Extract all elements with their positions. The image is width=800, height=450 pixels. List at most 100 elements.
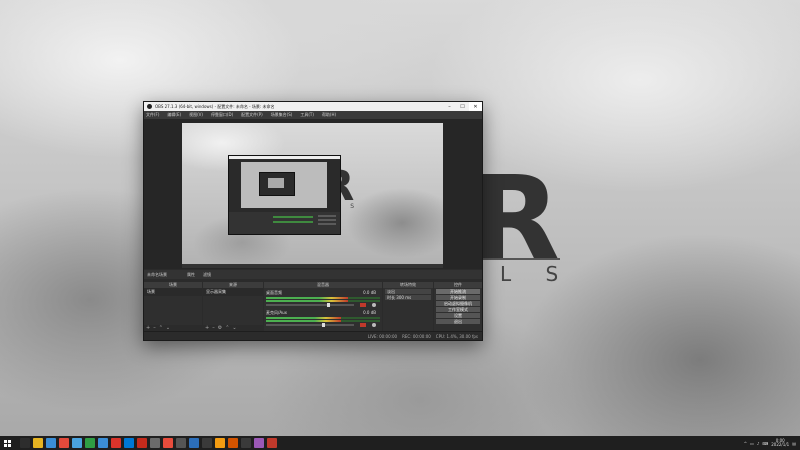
taskbar-app-icon[interactable] xyxy=(45,438,56,448)
taskbar-app-icon[interactable] xyxy=(240,438,251,448)
live-status: LIVE: 00:00:00 xyxy=(367,333,398,339)
controls-panel: 开始推流 开始录制 启动虚拟摄像机 工作室模式 设置 退出 xyxy=(434,288,482,331)
start-recording-button[interactable]: 开始录制 xyxy=(436,295,480,300)
preview-canvas[interactable]: R L S xyxy=(182,123,443,264)
obs-window: OBS 27.1.3 (64-bit, windows) - 配置文件: 未命名… xyxy=(143,101,483,341)
taskbar-app-icon[interactable] xyxy=(266,438,277,448)
volume-slider[interactable] xyxy=(266,323,354,327)
notifications-icon[interactable]: ▤ xyxy=(792,441,796,446)
keyboard-icon[interactable]: ⌨ xyxy=(762,441,768,446)
volume-meter xyxy=(266,317,380,319)
properties-button[interactable]: 属性 xyxy=(187,272,195,278)
taskbar-app-icon[interactable] xyxy=(149,438,160,448)
nested-inner-preview xyxy=(268,178,284,188)
taskbar-app-icon[interactable] xyxy=(97,438,108,448)
transition-duration[interactable]: 时长 300 ms xyxy=(385,295,431,300)
taskbar-app-icon[interactable] xyxy=(58,438,69,448)
nested-inner-window xyxy=(259,172,295,196)
wallpaper-logo-subtitle: L S xyxy=(500,262,573,286)
start-button[interactable] xyxy=(0,436,14,450)
studio-mode-button[interactable]: 工作室模式 xyxy=(436,307,480,312)
clock[interactable]: 0:00 2022/1/1 xyxy=(771,438,790,448)
taskbar-app-icon[interactable] xyxy=(175,438,186,448)
gear-icon[interactable] xyxy=(372,303,376,307)
taskbar-app-icon[interactable] xyxy=(19,438,30,448)
menu-profile[interactable]: 配置文件(P) xyxy=(241,112,263,118)
minimize-button[interactable]: – xyxy=(443,102,456,111)
network-icon[interactable]: ▭ xyxy=(750,441,754,446)
track-db: 0.0 dB xyxy=(363,310,376,315)
rec-status: REC: 00:00:00 xyxy=(402,333,431,339)
exit-button[interactable]: 退出 xyxy=(436,319,480,324)
taskbar-app-icon[interactable] xyxy=(227,438,238,448)
menu-view[interactable]: 视图(V) xyxy=(189,112,203,118)
menu-docks[interactable]: 停靠窗口(D) xyxy=(211,112,233,118)
volume-meter xyxy=(266,320,380,322)
taskbar-app-icon[interactable] xyxy=(84,438,95,448)
taskbar-app-icons xyxy=(18,438,278,448)
nested-obs-capture xyxy=(228,155,341,235)
mute-icon[interactable] xyxy=(360,303,366,307)
maximize-button[interactable]: ☐ xyxy=(456,102,469,111)
mixer-track: 麦克风/Aux 0.0 dB xyxy=(266,310,380,327)
menu-file[interactable]: 文件(F) xyxy=(146,112,159,118)
windows-logo-icon xyxy=(3,439,11,447)
close-button[interactable]: ✕ xyxy=(469,102,482,111)
virtual-camera-button[interactable]: 启动虚拟摄像机 xyxy=(436,301,480,306)
mixer-track: 桌面音频 0.0 dB xyxy=(266,290,380,307)
taskbar-app-icon[interactable] xyxy=(110,438,121,448)
nested-titlebar xyxy=(229,156,340,159)
volume-meter xyxy=(266,297,380,299)
scenes-list: 场景 xyxy=(144,288,202,325)
nested-control-3 xyxy=(318,223,336,225)
menu-bar: 文件(F) 编辑(E) 视图(V) 停靠窗口(D) 配置文件(P) 场景集合(S… xyxy=(144,111,482,119)
source-toolbar: 未命名场景 属性 滤镜 xyxy=(144,270,482,279)
menu-edit[interactable]: 编辑(E) xyxy=(167,112,181,118)
current-scene-label: 未命名场景 xyxy=(147,271,167,277)
system-tray: ^ ▭ ♪ ⌨ 0:00 2022/1/1 ▤ xyxy=(744,436,796,450)
taskbar-app-icon[interactable] xyxy=(201,438,212,448)
taskbar-app-icon[interactable] xyxy=(162,438,173,448)
source-item[interactable]: 显示器采集 xyxy=(203,288,263,296)
tray-chevron-icon[interactable]: ^ xyxy=(744,441,747,446)
nested-control-2 xyxy=(318,219,336,221)
scene-item[interactable]: 场景 xyxy=(144,288,202,296)
taskbar-app-icon[interactable] xyxy=(214,438,225,448)
nested-meter-2 xyxy=(273,221,313,223)
start-streaming-button[interactable]: 开始推流 xyxy=(436,289,480,294)
volume-meter xyxy=(266,300,380,302)
menu-help[interactable]: 帮助(H) xyxy=(322,112,336,118)
preview-area: R L S xyxy=(144,119,482,269)
obs-titlebar[interactable]: OBS 27.1.3 (64-bit, windows) - 配置文件: 未命名… xyxy=(144,102,482,111)
preview-taskbar-capture xyxy=(182,264,443,268)
taskbar-app-icon[interactable] xyxy=(188,438,199,448)
windows-taskbar: ^ ▭ ♪ ⌨ 0:00 2022/1/1 ▤ xyxy=(0,436,800,450)
volume-icon[interactable]: ♪ xyxy=(757,441,760,446)
taskbar-app-icon[interactable] xyxy=(136,438,147,448)
transitions-panel: 淡出 时长 300 ms xyxy=(383,288,433,331)
window-controls: – ☐ ✕ xyxy=(443,102,482,111)
track-db: 0.0 dB xyxy=(363,290,376,295)
taskbar-app-icon[interactable] xyxy=(123,438,134,448)
volume-slider-knob[interactable] xyxy=(327,303,331,307)
taskbar-app-icon[interactable] xyxy=(32,438,43,448)
settings-button[interactable]: 设置 xyxy=(436,313,480,318)
taskbar-app-icon[interactable] xyxy=(71,438,82,448)
menu-tools[interactable]: 工具(T) xyxy=(300,112,314,118)
taskbar-app-icon[interactable] xyxy=(253,438,264,448)
mute-icon[interactable] xyxy=(360,323,366,327)
mixer-panel: 桌面音频 0.0 dB 麦克风/Aux 0.0 dB xyxy=(264,288,382,331)
gear-icon[interactable] xyxy=(372,323,376,327)
volume-slider-knob[interactable] xyxy=(322,323,326,327)
filters-button[interactable]: 滤镜 xyxy=(203,272,211,278)
clock-date: 2022/1/1 xyxy=(771,442,790,447)
wallpaper-logo-underline xyxy=(470,258,560,260)
transition-select[interactable]: 淡出 xyxy=(385,289,431,294)
nested-preview xyxy=(241,162,327,208)
menu-scene-collection[interactable]: 场景集合(S) xyxy=(271,112,293,118)
status-bar: LIVE: 00:00:00 REC: 00:00:00 CPU: 1.4%, … xyxy=(144,331,482,340)
duration-label: 时长 xyxy=(387,294,395,300)
cpu-status: CPU: 1.4%, 30.00 fps xyxy=(435,333,478,339)
volume-slider[interactable] xyxy=(266,303,354,307)
nested-control-1 xyxy=(318,215,336,217)
